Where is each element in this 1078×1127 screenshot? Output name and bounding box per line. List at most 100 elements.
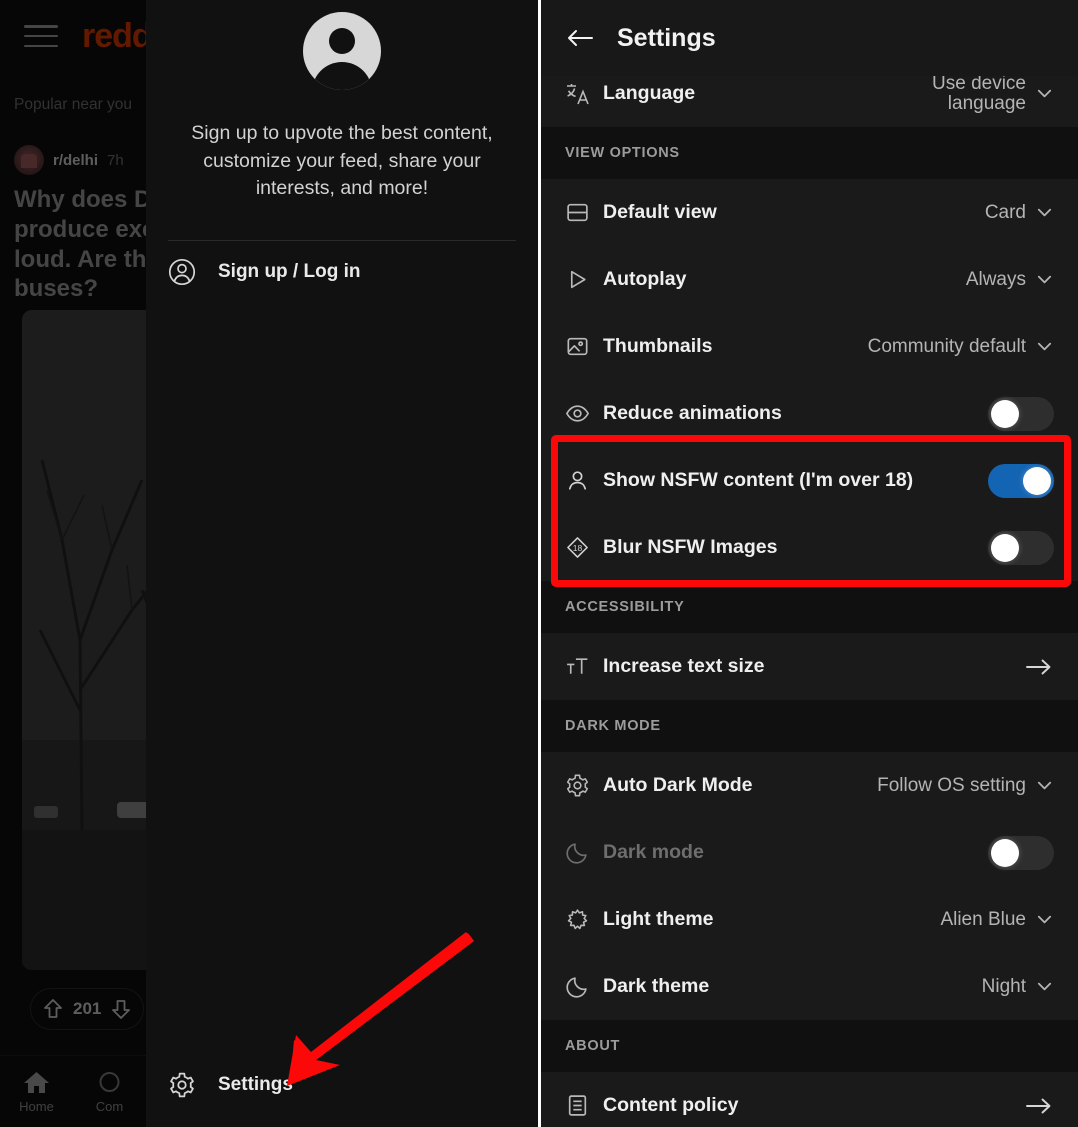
nsfw-18-icon: 18 [565,535,603,560]
arrow-right-icon[interactable] [1024,655,1054,679]
svg-text:18: 18 [573,543,583,553]
settings-row-auto-dark-mode-value[interactable]: Follow OS setting [877,775,1054,797]
reduce-animations-toggle[interactable] [988,396,1054,431]
settings-row-dark-theme-value[interactable]: Night [982,976,1054,998]
settings-row-thumbnails-value[interactable]: Community default [868,336,1054,358]
settings-row-thumbnails[interactable]: Thumbnails Community default [541,313,1078,380]
settings-row-dark-theme-label: Dark theme [603,975,710,997]
settings-row-language-label: Language [603,82,696,104]
settings-row-show-nsfw-control [988,463,1054,498]
subreddit-name[interactable]: r/delhi [53,152,98,169]
popular-near-you-label: Popular near you [14,96,133,113]
play-icon [565,267,603,292]
bottom-navigation-bar: Home Com [0,1055,146,1127]
dark-theme-value: Night [981,975,1026,997]
settings-row-auto-dark-mode[interactable]: Auto Dark Mode Follow OS setting [541,752,1078,819]
drawer-divider [168,240,516,241]
autoplay-value: Always [965,268,1026,290]
chevron-down-icon[interactable] [1035,337,1054,356]
moon-icon [565,974,603,999]
settings-row-blur-nsfw-control [988,530,1054,565]
settings-row-increase-text-size[interactable]: Increase text size [541,633,1078,700]
chevron-down-icon[interactable] [1035,776,1054,795]
signup-login-label: Sign up / Log in [218,261,361,282]
settings-row-autoplay[interactable]: Autoplay Always [541,246,1078,313]
settings-row-reduce-animations[interactable]: Reduce animations [541,380,1078,447]
settings-row-light-theme-label: Light theme [603,908,714,930]
nav-item-communities-label: Com [95,1098,124,1114]
right-screenshot-settings: Language Use device language VIEW OPTION… [541,0,1078,1127]
dark-mode-toggle[interactable] [988,835,1054,870]
signup-login-row[interactable]: Sign up / Log in [168,248,516,296]
section-header-about: ABOUT [541,1020,1078,1072]
settings-row-autoplay-value[interactable]: Always [966,269,1054,291]
settings-row-default-view[interactable]: Default view Card [541,179,1078,246]
section-header-dark-mode-label: DARK MODE [565,718,661,734]
settings-row-dark-mode-control [988,835,1054,870]
settings-scroll-area[interactable]: Language Use device language VIEW OPTION… [541,0,1078,1127]
person-icon [565,468,603,493]
translate-icon [565,81,603,107]
document-icon [565,1093,603,1118]
chevron-down-icon[interactable] [1035,203,1054,222]
settings-row-autoplay-label: Autoplay [603,268,687,290]
downvote-icon[interactable] [111,998,131,1020]
arrow-left-icon[interactable] [565,26,595,50]
home-icon [23,1070,50,1095]
settings-row-content-policy[interactable]: Content policy [541,1072,1078,1127]
settings-row-light-theme[interactable]: Light theme Alien Blue [541,886,1078,953]
default-view-value: Card [984,201,1026,223]
page-title: Settings [617,23,716,52]
chevron-down-icon[interactable] [1035,84,1054,103]
settings-row-light-theme-value[interactable]: Alien Blue [940,909,1054,931]
drawer-blurb: Sign up to upvote the best content, cust… [191,122,493,200]
communities-icon [96,1070,123,1095]
settings-row-content-policy-label: Content policy [603,1094,739,1116]
post-title[interactable]: Why does DT produce exc loud. Are the bu… [14,185,146,304]
blur-nsfw-toggle[interactable] [988,530,1054,565]
show-nsfw-toggle[interactable] [988,463,1054,498]
nav-item-home[interactable]: Home [0,1056,73,1127]
thumbnails-value: Community default [867,335,1026,357]
reddit-feed-background: redd Popular near you r/delhi 7h Why doe… [0,0,146,1127]
post-header: r/delhi 7h [14,145,124,175]
account-drawer: Sign up to upvote the best content, cust… [146,0,538,1127]
nav-item-communities[interactable]: Com [73,1056,146,1127]
post-image[interactable] [22,310,146,970]
upvote-icon[interactable] [43,998,63,1020]
chevron-down-icon[interactable] [1035,977,1054,996]
settings-row-language-value[interactable]: Use device language [932,73,1054,114]
post-age: 7h [107,151,124,169]
screenshot-divider [538,0,541,1127]
upvote-count: 201 [73,999,102,1018]
screenshot-stage: redd Popular near you r/delhi 7h Why doe… [0,0,1078,1127]
settings-row-dark-mode: Dark mode [541,819,1078,886]
reddit-logo-wordmark: redd [82,16,146,55]
section-header-about-label: ABOUT [565,1038,621,1054]
eye-icon [565,401,603,426]
settings-row-dark-theme[interactable]: Dark theme Night [541,953,1078,1020]
layout-card-icon [565,200,603,225]
settings-row-show-nsfw[interactable]: Show NSFW content (I'm over 18) [541,447,1078,514]
nav-item-home-label: Home [19,1098,54,1114]
settings-row-reduce-animations-label: Reduce animations [603,402,782,424]
left-screenshot: redd Popular near you r/delhi 7h Why doe… [0,0,538,1127]
chevron-down-icon[interactable] [1035,270,1054,289]
drawer-settings-label: Settings [218,1074,293,1095]
drawer-settings-row[interactable]: Settings [168,1059,516,1111]
arrow-right-icon[interactable] [1024,1094,1054,1118]
section-header-accessibility-label: ACCESSIBILITY [565,599,685,615]
settings-row-blur-nsfw[interactable]: 18 Blur NSFW Images [541,514,1078,581]
settings-row-content-policy-control [1024,1094,1054,1118]
settings-header: Settings [541,0,1078,76]
default-avatar-icon[interactable] [303,12,381,90]
text-size-icon [565,654,603,679]
hamburger-icon[interactable] [24,25,58,47]
settings-row-blur-nsfw-label: Blur NSFW Images [603,536,778,558]
settings-row-default-view-value[interactable]: Card [985,202,1054,224]
chevron-down-icon[interactable] [1035,910,1054,929]
settings-row-increase-text-size-control [1024,655,1054,679]
sun-icon [565,907,603,932]
language-value-line2: language [947,92,1026,114]
post-vote-bar: 201 [30,988,145,1030]
